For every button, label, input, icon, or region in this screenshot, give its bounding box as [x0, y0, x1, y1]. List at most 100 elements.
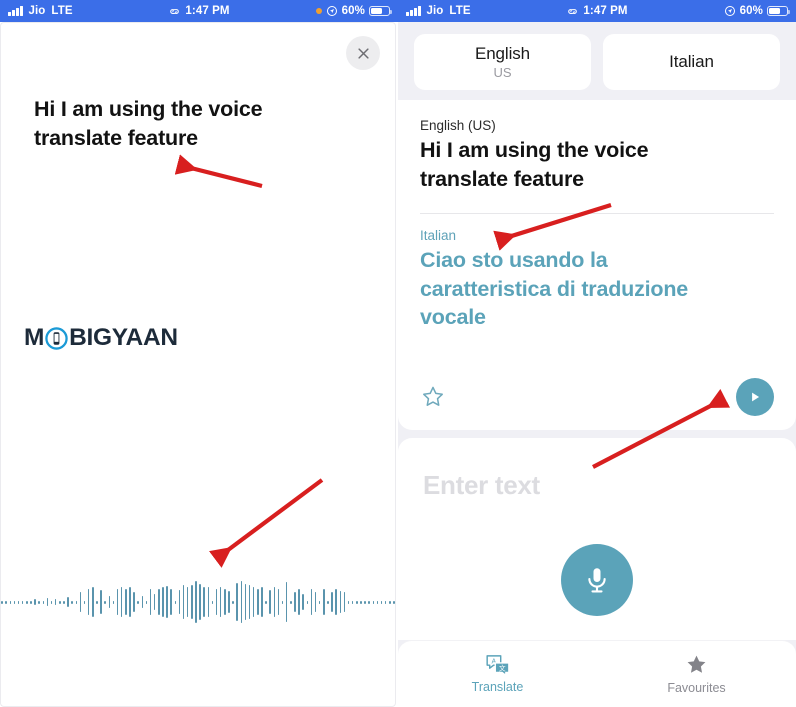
waveform-bar	[54, 599, 57, 605]
translate-icon: A 文	[485, 655, 510, 676]
waveform-bar	[228, 591, 230, 613]
waveform-bar	[351, 600, 354, 604]
source-language-label: English (US)	[420, 118, 496, 133]
waveform-bar	[298, 589, 300, 615]
waveform-bar	[232, 600, 234, 604]
waveform-bar	[199, 584, 201, 620]
waveform-bar	[125, 589, 127, 615]
waveform-bar	[261, 587, 263, 617]
waveform-bar	[347, 600, 350, 604]
waveform-bar	[174, 600, 177, 604]
waveform-bar	[310, 589, 313, 615]
spoken-text: Hi I am using the voice translate featur…	[34, 97, 263, 150]
waveform-bar	[75, 600, 78, 604]
waveform-bar	[5, 600, 7, 604]
translated-text: Ciao sto usando la caratteristica di tra…	[420, 248, 689, 330]
waveform-bar	[207, 587, 210, 617]
tab-translate-label: Translate	[471, 680, 524, 694]
waveform-bar	[120, 587, 123, 617]
waveform-bar	[252, 587, 255, 617]
microphone-icon	[588, 568, 606, 593]
waveform-bar	[30, 600, 32, 604]
mobigyaan-watermark: M BIGYAAN	[24, 324, 178, 352]
waveform-bar	[191, 585, 193, 619]
close-button[interactable]	[346, 36, 380, 70]
waveform-bar	[116, 589, 119, 615]
waveform-bar	[302, 594, 304, 610]
waveform-bar	[318, 600, 321, 604]
source-text: Hi I am using the voice translate featur…	[420, 138, 649, 191]
tab-favourites-label: Favourites	[667, 681, 726, 695]
waveform-bar	[195, 581, 197, 623]
waveform-bar	[360, 600, 362, 604]
waveform-bar	[71, 600, 73, 604]
waveform-bar	[38, 600, 40, 604]
target-language-label: Italian	[420, 228, 457, 244]
waveform-bar	[63, 600, 65, 604]
waveform-bar	[368, 600, 370, 604]
waveform-bar	[269, 590, 271, 614]
waveform-bar	[211, 600, 214, 604]
translation-result-card: English (US) Hi I am using the voice tra…	[398, 100, 796, 430]
waveform-bar	[92, 587, 94, 617]
battery-icon	[767, 5, 791, 17]
waveform-bar	[273, 587, 276, 617]
favourite-star-icon[interactable]	[420, 384, 446, 410]
target-language-button[interactable]: Italian	[603, 34, 780, 90]
waveform-bar	[281, 600, 284, 604]
waveform-bar	[306, 600, 309, 604]
source-language-button[interactable]: English US	[414, 34, 591, 90]
waveform-bar	[339, 591, 342, 613]
waveform-bar	[219, 587, 222, 617]
tab-favourites[interactable]: Favourites	[597, 641, 796, 707]
waveform-bar	[166, 586, 168, 618]
dual-screenshot-container: Jio LTE 1:47 PM 60% Hi I am using the vo…	[0, 0, 796, 707]
language-selector-bar: English US Italian	[398, 22, 796, 100]
result-divider	[420, 213, 774, 215]
waveform-bar	[9, 600, 12, 604]
waveform-bar	[389, 600, 391, 604]
waveform-bar	[141, 596, 144, 608]
chain-link-icon	[170, 8, 180, 14]
result-action-row	[420, 378, 774, 416]
waveform-bar	[42, 600, 45, 604]
waveform-bar	[248, 585, 251, 619]
waveform-bar	[21, 600, 24, 604]
voice-translate-overlay: Hi I am using the voice translate featur…	[0, 22, 396, 707]
star-filled-icon	[687, 655, 706, 673]
play-translation-button[interactable]	[736, 378, 774, 416]
source-language-region: US	[493, 65, 512, 80]
waveform-bar	[50, 600, 53, 604]
waveform-bar	[364, 600, 366, 604]
waveform-bar	[327, 600, 329, 604]
waveform-bar	[380, 600, 383, 604]
close-icon	[357, 47, 369, 59]
waveform-bar	[323, 589, 325, 615]
microphone-button[interactable]	[561, 544, 633, 616]
waveform-bar	[67, 597, 69, 607]
waveform-bar	[384, 600, 387, 604]
tab-translate[interactable]: A 文 Translate	[398, 641, 597, 707]
waveform-bar	[108, 596, 111, 608]
waveform-bar	[314, 592, 317, 612]
audio-waveform	[1, 571, 395, 633]
waveform-bar	[137, 600, 139, 604]
recording-indicator-dot	[315, 8, 322, 14]
waveform-bar	[182, 585, 185, 619]
waveform-bar	[277, 589, 280, 615]
waveform-bar	[170, 589, 172, 615]
battery-icon	[369, 5, 393, 17]
right-screen: Jio LTE 1:47 PM 60% English US Italian E…	[398, 0, 796, 707]
battery-percent: 60%	[739, 5, 763, 17]
waveform-bar	[244, 584, 247, 620]
status-bar-left: Jio LTE 1:47 PM 60%	[0, 0, 398, 22]
waveform-bar	[290, 600, 292, 604]
waveform-bar	[79, 592, 82, 612]
text-input-placeholder[interactable]: Enter text	[423, 470, 540, 501]
waveform-bar	[104, 600, 106, 604]
status-bar-right: Jio LTE 1:47 PM 60%	[398, 0, 796, 22]
waveform-bar	[294, 592, 296, 612]
waveform-bar	[331, 592, 333, 612]
left-screen: Jio LTE 1:47 PM 60% Hi I am using the vo…	[0, 0, 398, 707]
waveform-bar	[96, 600, 98, 604]
